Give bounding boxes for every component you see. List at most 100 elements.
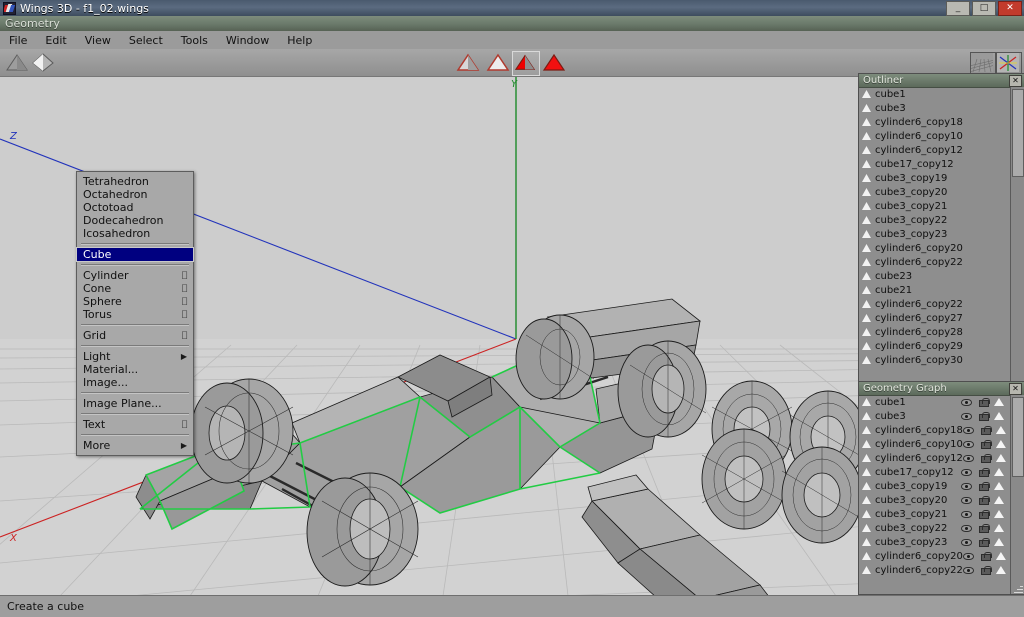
outliner-close-icon[interactable]: ✕: [1009, 75, 1022, 87]
menu-item-edit[interactable]: Edit: [36, 33, 75, 48]
close-button[interactable]: ✕: [998, 1, 1022, 16]
menu-item-dodecahedron[interactable]: Dodecahedron: [77, 214, 193, 227]
menu-item-torus[interactable]: Torus⎕: [77, 308, 193, 321]
outliner-row[interactable]: cylinder6_copy29: [859, 339, 1011, 353]
menu-item-select[interactable]: Select: [120, 33, 172, 48]
outliner-row[interactable]: cube3_copy20: [859, 185, 1011, 199]
geometry-graph-resize-grip[interactable]: [1014, 584, 1023, 593]
menu-option-box-icon[interactable]: ⎕: [182, 295, 187, 308]
menu-item-text[interactable]: Text⎕: [77, 418, 193, 431]
visibility-eye-icon[interactable]: [961, 399, 972, 406]
geometry-graph-row[interactable]: cube3_copy22: [859, 521, 1011, 535]
wireframe-triangle-icon[interactable]: [996, 426, 1006, 434]
geometry-graph-row[interactable]: cylinder6_copy22: [859, 563, 1011, 577]
outliner-titlebar[interactable]: Outliner ✕: [859, 74, 1024, 88]
outliner-row[interactable]: cube21: [859, 283, 1011, 297]
geometry-graph-row[interactable]: cube17_copy12: [859, 465, 1011, 479]
outliner-row[interactable]: cylinder6_copy10: [859, 129, 1011, 143]
menu-option-box-icon[interactable]: ⎕: [182, 269, 187, 282]
geometry-graph-row[interactable]: cube3_copy21: [859, 507, 1011, 521]
outliner-list[interactable]: cube1cube3cylinder6_copy18cylinder6_copy…: [859, 87, 1011, 384]
menu-item-octotoad[interactable]: Octotoad: [77, 201, 193, 214]
outliner-row[interactable]: cube3_copy19: [859, 171, 1011, 185]
geometry-graph-scroll-thumb[interactable]: [1012, 397, 1024, 477]
visibility-eye-icon[interactable]: [963, 441, 974, 448]
vertex-mode-icon[interactable]: [455, 51, 481, 74]
smooth-preview-icon[interactable]: [6, 52, 28, 73]
menu-item-cone[interactable]: Cone⎕: [77, 282, 193, 295]
visibility-eye-icon[interactable]: [963, 427, 974, 434]
menu-item-more[interactable]: More▶: [77, 439, 193, 452]
minimize-button[interactable]: _: [946, 1, 970, 16]
wireframe-triangle-icon[interactable]: [994, 482, 1004, 490]
outliner-row[interactable]: cylinder6_copy30: [859, 353, 1011, 367]
visibility-eye-icon[interactable]: [961, 469, 972, 476]
geometry-graph-row[interactable]: cube3_copy20: [859, 493, 1011, 507]
outliner-scroll-thumb[interactable]: [1012, 89, 1024, 177]
ground-grid-toggle-icon[interactable]: [970, 52, 996, 75]
lock-icon[interactable]: [981, 552, 989, 561]
outliner-row[interactable]: cylinder6_copy22: [859, 255, 1011, 269]
wireframe-triangle-icon[interactable]: [994, 524, 1004, 532]
visibility-eye-icon[interactable]: [961, 539, 972, 546]
menu-item-light[interactable]: Light▶: [77, 350, 193, 363]
outliner-row[interactable]: cube1: [859, 87, 1011, 101]
menu-option-box-icon[interactable]: ⎕: [182, 329, 187, 342]
body-mode-icon[interactable]: [541, 51, 567, 74]
lock-icon[interactable]: [979, 538, 987, 547]
face-mode-icon[interactable]: [512, 51, 540, 76]
geometry-graph-row[interactable]: cylinder6_copy12: [859, 451, 1011, 465]
outliner-row[interactable]: cube3_copy22: [859, 213, 1011, 227]
visibility-eye-icon[interactable]: [961, 413, 972, 420]
visibility-eye-icon[interactable]: [961, 511, 972, 518]
wireframe-triangle-icon[interactable]: [994, 412, 1004, 420]
lock-icon[interactable]: [979, 412, 987, 421]
menu-item-icosahedron[interactable]: Icosahedron: [77, 227, 193, 240]
menu-item-tetrahedron[interactable]: Tetrahedron: [77, 175, 193, 188]
outliner-row[interactable]: cube17_copy12: [859, 157, 1011, 171]
visibility-eye-icon[interactable]: [963, 553, 974, 560]
menu-option-box-icon[interactable]: ⎕: [182, 418, 187, 431]
lock-icon[interactable]: [981, 426, 989, 435]
outliner-scrollbar[interactable]: [1010, 87, 1024, 384]
visibility-eye-icon[interactable]: [963, 567, 974, 574]
menu-item-cube[interactable]: Cube: [77, 248, 193, 261]
menu-item-cylinder[interactable]: Cylinder⎕: [77, 269, 193, 282]
outliner-row[interactable]: cylinder6_copy22: [859, 297, 1011, 311]
lock-icon[interactable]: [979, 510, 987, 519]
menu-item-image-plane[interactable]: Image Plane...: [77, 397, 193, 410]
lock-icon[interactable]: [979, 482, 987, 491]
flat-shading-icon[interactable]: [32, 52, 54, 73]
outliner-row[interactable]: cylinder6_copy18: [859, 115, 1011, 129]
wireframe-triangle-icon[interactable]: [996, 454, 1006, 462]
outliner-row[interactable]: cube23: [859, 269, 1011, 283]
menu-item-file[interactable]: File: [0, 33, 36, 48]
submenu-arrow-icon[interactable]: ▶: [181, 350, 187, 363]
geometry-graph-list[interactable]: cube1cube3cylinder6_copy18cylinder6_copy…: [859, 395, 1011, 594]
outliner-row[interactable]: cylinder6_copy28: [859, 325, 1011, 339]
edge-mode-icon[interactable]: [485, 51, 511, 74]
geometry-graph-row[interactable]: cube3_copy19: [859, 479, 1011, 493]
wireframe-triangle-icon[interactable]: [996, 440, 1006, 448]
menu-item-material[interactable]: Material...: [77, 363, 193, 376]
wireframe-triangle-icon[interactable]: [996, 566, 1006, 574]
menu-item-view[interactable]: View: [76, 33, 120, 48]
outliner-row[interactable]: cube3_copy21: [859, 199, 1011, 213]
geometry-graph-row[interactable]: cube3_copy23: [859, 535, 1011, 549]
wireframe-triangle-icon[interactable]: [994, 468, 1004, 476]
visibility-eye-icon[interactable]: [961, 497, 972, 504]
lock-icon[interactable]: [979, 468, 987, 477]
geometry-graph-row[interactable]: cylinder6_copy18: [859, 423, 1011, 437]
lock-icon[interactable]: [981, 440, 989, 449]
wireframe-triangle-icon[interactable]: [996, 552, 1006, 560]
wireframe-triangle-icon[interactable]: [994, 398, 1004, 406]
lock-icon[interactable]: [979, 398, 987, 407]
maximize-button[interactable]: □: [972, 1, 996, 16]
visibility-eye-icon[interactable]: [961, 525, 972, 532]
show-axes-toggle-icon[interactable]: [996, 52, 1022, 75]
geometry-graph-titlebar[interactable]: Geometry Graph ✕: [859, 382, 1024, 396]
visibility-eye-icon[interactable]: [961, 483, 972, 490]
visibility-eye-icon[interactable]: [963, 455, 974, 462]
outliner-row[interactable]: cylinder6_copy20: [859, 241, 1011, 255]
menu-item-window[interactable]: Window: [217, 33, 278, 48]
